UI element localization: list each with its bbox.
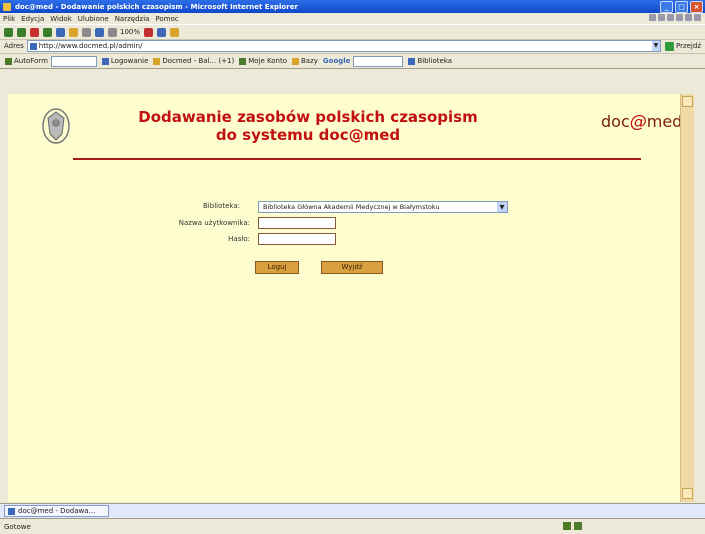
page-title-line1: Dodawanie zasobów polskich czasopism [138, 108, 478, 126]
refresh-icon[interactable] [43, 27, 52, 37]
forward-icon[interactable] [17, 27, 26, 37]
scroll-up-icon[interactable] [682, 96, 693, 107]
taskbar: doc@med - Dodawa... [0, 503, 705, 518]
go-label: Przejdź [675, 42, 701, 50]
page-title: Dodawanie zasobów polskich czasopism do … [123, 108, 493, 144]
toolbar-extra-icon[interactable] [170, 27, 180, 37]
ie-app-icon [3, 2, 11, 11]
password-label: Hasło: [228, 235, 250, 243]
vertical-scrollbar[interactable] [680, 94, 694, 502]
link-icon [153, 57, 161, 65]
page-content: Dodawanie zasobów polskich czasopism do … [8, 94, 688, 502]
tray-icon [685, 14, 692, 21]
menubar-tray [647, 14, 701, 21]
security-zone-icon [563, 522, 571, 530]
toolbar-extra-icon[interactable] [144, 27, 154, 37]
link-label: Moje Konto [248, 57, 287, 65]
library-label: Biblioteka: [203, 202, 240, 210]
maximize-button[interactable]: □ [675, 0, 688, 13]
tray-icon [649, 14, 656, 21]
close-button[interactable]: × [690, 0, 703, 13]
password-input[interactable] [258, 233, 336, 245]
google-search-input[interactable] [353, 55, 404, 67]
page-title-line2: do systemu doc@med [215, 126, 401, 144]
menu-view[interactable]: Widok [50, 15, 72, 23]
tray-icon [658, 14, 665, 21]
link-icon [291, 57, 299, 65]
internet-zone-icon [574, 522, 582, 530]
ie-window-icon [8, 507, 15, 515]
link-icon [408, 57, 416, 65]
google-label[interactable]: Google [323, 57, 351, 65]
exit-button[interactable]: Wyjdź [321, 261, 383, 274]
status-bar: Gotowe [0, 518, 705, 534]
search-select[interactable] [50, 55, 97, 67]
print-icon[interactable] [108, 27, 117, 37]
link-icon [101, 57, 109, 65]
login-button[interactable]: Loguj [255, 261, 299, 274]
logo-suffix: med [646, 112, 683, 131]
favorites-icon[interactable] [69, 27, 78, 37]
logo-at: @ [629, 112, 647, 132]
window-titlebar: doc@med - Dodawanie polskich czasopism -… [0, 0, 705, 13]
link-item[interactable]: Docmed - Bal... (+1) [153, 57, 234, 65]
back-icon[interactable] [4, 27, 13, 37]
chevron-down-icon[interactable]: ▼ [651, 41, 660, 51]
library-selected-value: Biblioteka Główna Akademii Medycznej w B… [263, 203, 440, 211]
link-item[interactable]: Logowanie [101, 57, 149, 65]
menu-file[interactable]: Plik [3, 15, 15, 23]
link-label: Logowanie [110, 57, 149, 65]
link-label: Docmed - Bal... (+1) [162, 57, 235, 65]
university-emblem-icon [42, 108, 70, 144]
page-favicon-icon [29, 42, 37, 50]
username-label: Nazwa użytkownika: [178, 219, 250, 227]
status-zone [563, 522, 585, 530]
link-item[interactable]: AutoForm [5, 57, 48, 65]
minimize-button[interactable]: _ [660, 0, 673, 13]
taskbar-window-button[interactable]: doc@med - Dodawa... [4, 505, 109, 517]
link-label: Bazy [300, 57, 318, 65]
link-icon [5, 57, 12, 65]
address-url: http://www.docmed.pl/admin/ [38, 42, 143, 50]
docmed-logo: doc@med [601, 112, 682, 132]
link-icon [239, 57, 247, 65]
link-label: Biblioteka [417, 57, 453, 65]
link-item[interactable]: Moje Konto [239, 57, 287, 65]
link-item[interactable]: Bazy [291, 57, 318, 65]
menu-help[interactable]: Pomoc [155, 15, 178, 23]
tray-icon [676, 14, 683, 21]
window-title: doc@med - Dodawanie polskich czasopism -… [15, 2, 298, 11]
go-arrow-icon [664, 41, 674, 51]
address-bar: Adres http://www.docmed.pl/admin/ ▼ Prze… [0, 39, 705, 54]
address-label: Adres [4, 42, 24, 50]
tray-icon [667, 14, 674, 21]
menu-favorites[interactable]: Ulubione [78, 15, 109, 23]
tray-icon [694, 14, 701, 21]
link-label: AutoForm [14, 57, 48, 65]
history-icon[interactable] [82, 27, 91, 37]
username-input[interactable] [258, 217, 336, 229]
link-item[interactable]: Biblioteka [408, 57, 452, 65]
standard-toolbar: 100% [0, 24, 705, 40]
scroll-down-icon[interactable] [682, 488, 693, 499]
taskbar-window-label: doc@med - Dodawa... [18, 507, 96, 515]
library-select[interactable]: Biblioteka Główna Akademii Medycznej w B… [258, 201, 508, 213]
chevron-down-icon[interactable]: ▼ [497, 202, 507, 212]
status-text: Gotowe [4, 522, 31, 531]
menu-tools[interactable]: Narzędzia [115, 15, 150, 23]
menu-bar: Plik Edycja Widok Ulubione Narzędzia Pom… [0, 13, 705, 24]
zoom-level[interactable]: 100% [120, 28, 140, 36]
links-bar: AutoForm Logowanie Docmed - Bal... (+1) … [0, 54, 705, 69]
go-button[interactable]: Przejdź [664, 41, 701, 51]
stop-icon[interactable] [30, 27, 39, 37]
address-input[interactable]: http://www.docmed.pl/admin/ ▼ [26, 40, 661, 52]
mail-icon[interactable] [95, 27, 104, 37]
logo-prefix: doc [601, 112, 630, 131]
header-divider [73, 158, 641, 160]
home-icon[interactable] [56, 27, 65, 37]
toolbar-extra-icon[interactable] [157, 27, 167, 37]
menu-edit[interactable]: Edycja [21, 15, 44, 23]
